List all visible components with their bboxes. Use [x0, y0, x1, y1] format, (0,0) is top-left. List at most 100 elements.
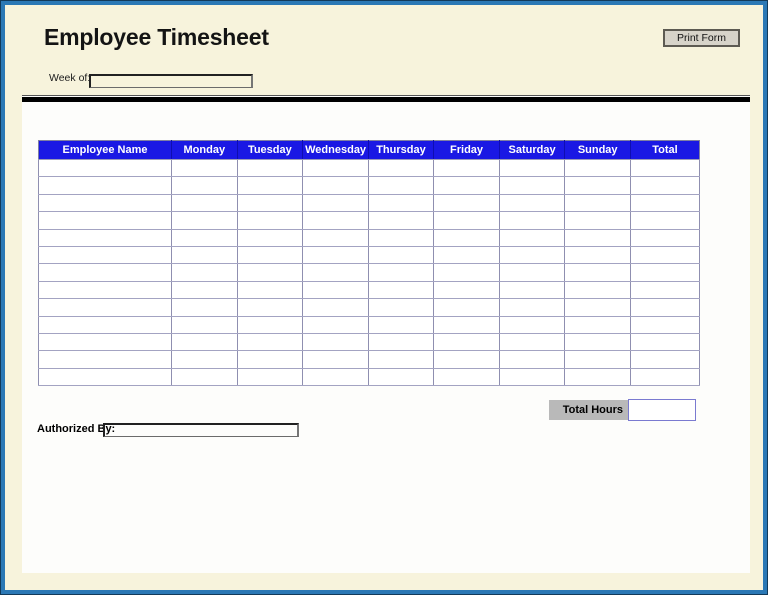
timesheet-cell[interactable]	[237, 229, 303, 246]
timesheet-cell[interactable]	[172, 229, 238, 246]
timesheet-cell[interactable]	[237, 177, 303, 194]
timesheet-cell[interactable]	[631, 160, 700, 177]
timesheet-cell[interactable]	[499, 264, 565, 281]
timesheet-cell[interactable]	[434, 160, 500, 177]
timesheet-cell[interactable]	[172, 316, 238, 333]
timesheet-cell[interactable]	[565, 160, 631, 177]
timesheet-cell[interactable]	[631, 281, 700, 298]
timesheet-cell[interactable]	[565, 351, 631, 368]
timesheet-cell[interactable]	[368, 194, 434, 211]
timesheet-cell[interactable]	[303, 212, 369, 229]
timesheet-cell[interactable]	[631, 212, 700, 229]
timesheet-cell[interactable]	[434, 194, 500, 211]
timesheet-cell[interactable]	[303, 333, 369, 350]
timesheet-cell[interactable]	[631, 229, 700, 246]
timesheet-cell[interactable]	[39, 281, 172, 298]
timesheet-cell[interactable]	[368, 177, 434, 194]
timesheet-cell[interactable]	[434, 368, 500, 385]
timesheet-cell[interactable]	[631, 351, 700, 368]
timesheet-cell[interactable]	[499, 299, 565, 316]
timesheet-cell[interactable]	[172, 246, 238, 263]
timesheet-cell[interactable]	[565, 316, 631, 333]
timesheet-cell[interactable]	[237, 194, 303, 211]
timesheet-cell[interactable]	[39, 264, 172, 281]
timesheet-cell[interactable]	[303, 194, 369, 211]
timesheet-cell[interactable]	[631, 299, 700, 316]
timesheet-cell[interactable]	[499, 368, 565, 385]
timesheet-cell[interactable]	[368, 368, 434, 385]
timesheet-cell[interactable]	[434, 264, 500, 281]
timesheet-cell[interactable]	[434, 212, 500, 229]
timesheet-cell[interactable]	[368, 246, 434, 263]
timesheet-cell[interactable]	[368, 333, 434, 350]
timesheet-cell[interactable]	[172, 333, 238, 350]
timesheet-cell[interactable]	[368, 299, 434, 316]
week-of-input[interactable]	[89, 74, 253, 88]
timesheet-cell[interactable]	[39, 351, 172, 368]
timesheet-cell[interactable]	[631, 246, 700, 263]
timesheet-cell[interactable]	[631, 264, 700, 281]
timesheet-cell[interactable]	[172, 194, 238, 211]
total-hours-input[interactable]	[628, 399, 696, 421]
timesheet-cell[interactable]	[172, 368, 238, 385]
timesheet-cell[interactable]	[565, 281, 631, 298]
timesheet-cell[interactable]	[434, 351, 500, 368]
timesheet-cell[interactable]	[434, 229, 500, 246]
timesheet-cell[interactable]	[39, 194, 172, 211]
timesheet-cell[interactable]	[565, 264, 631, 281]
timesheet-cell[interactable]	[303, 299, 369, 316]
timesheet-cell[interactable]	[631, 316, 700, 333]
timesheet-cell[interactable]	[565, 246, 631, 263]
timesheet-cell[interactable]	[565, 229, 631, 246]
timesheet-cell[interactable]	[303, 177, 369, 194]
timesheet-cell[interactable]	[303, 368, 369, 385]
timesheet-cell[interactable]	[237, 316, 303, 333]
timesheet-cell[interactable]	[368, 264, 434, 281]
timesheet-cell[interactable]	[565, 194, 631, 211]
timesheet-cell[interactable]	[39, 229, 172, 246]
timesheet-cell[interactable]	[499, 316, 565, 333]
timesheet-cell[interactable]	[39, 299, 172, 316]
timesheet-cell[interactable]	[303, 281, 369, 298]
timesheet-cell[interactable]	[172, 160, 238, 177]
timesheet-cell[interactable]	[237, 246, 303, 263]
print-form-button[interactable]: Print Form	[663, 29, 740, 47]
timesheet-cell[interactable]	[499, 194, 565, 211]
timesheet-cell[interactable]	[434, 177, 500, 194]
timesheet-cell[interactable]	[39, 333, 172, 350]
timesheet-cell[interactable]	[237, 281, 303, 298]
timesheet-cell[interactable]	[303, 229, 369, 246]
timesheet-cell[interactable]	[39, 160, 172, 177]
timesheet-cell[interactable]	[631, 194, 700, 211]
timesheet-cell[interactable]	[434, 333, 500, 350]
timesheet-cell[interactable]	[39, 368, 172, 385]
timesheet-cell[interactable]	[565, 299, 631, 316]
timesheet-cell[interactable]	[303, 246, 369, 263]
timesheet-cell[interactable]	[172, 351, 238, 368]
timesheet-cell[interactable]	[631, 333, 700, 350]
timesheet-cell[interactable]	[434, 281, 500, 298]
timesheet-cell[interactable]	[631, 368, 700, 385]
timesheet-cell[interactable]	[303, 351, 369, 368]
timesheet-cell[interactable]	[565, 368, 631, 385]
timesheet-cell[interactable]	[434, 246, 500, 263]
timesheet-cell[interactable]	[368, 212, 434, 229]
timesheet-cell[interactable]	[631, 177, 700, 194]
timesheet-cell[interactable]	[499, 281, 565, 298]
timesheet-cell[interactable]	[499, 177, 565, 194]
timesheet-cell[interactable]	[368, 316, 434, 333]
timesheet-cell[interactable]	[237, 160, 303, 177]
timesheet-cell[interactable]	[39, 212, 172, 229]
timesheet-cell[interactable]	[368, 229, 434, 246]
authorized-by-signature-input[interactable]	[103, 423, 299, 437]
timesheet-cell[interactable]	[303, 160, 369, 177]
timesheet-cell[interactable]	[237, 351, 303, 368]
timesheet-cell[interactable]	[499, 351, 565, 368]
timesheet-cell[interactable]	[237, 212, 303, 229]
timesheet-cell[interactable]	[565, 212, 631, 229]
timesheet-cell[interactable]	[565, 333, 631, 350]
timesheet-cell[interactable]	[434, 299, 500, 316]
timesheet-cell[interactable]	[172, 177, 238, 194]
timesheet-cell[interactable]	[237, 299, 303, 316]
timesheet-cell[interactable]	[565, 177, 631, 194]
